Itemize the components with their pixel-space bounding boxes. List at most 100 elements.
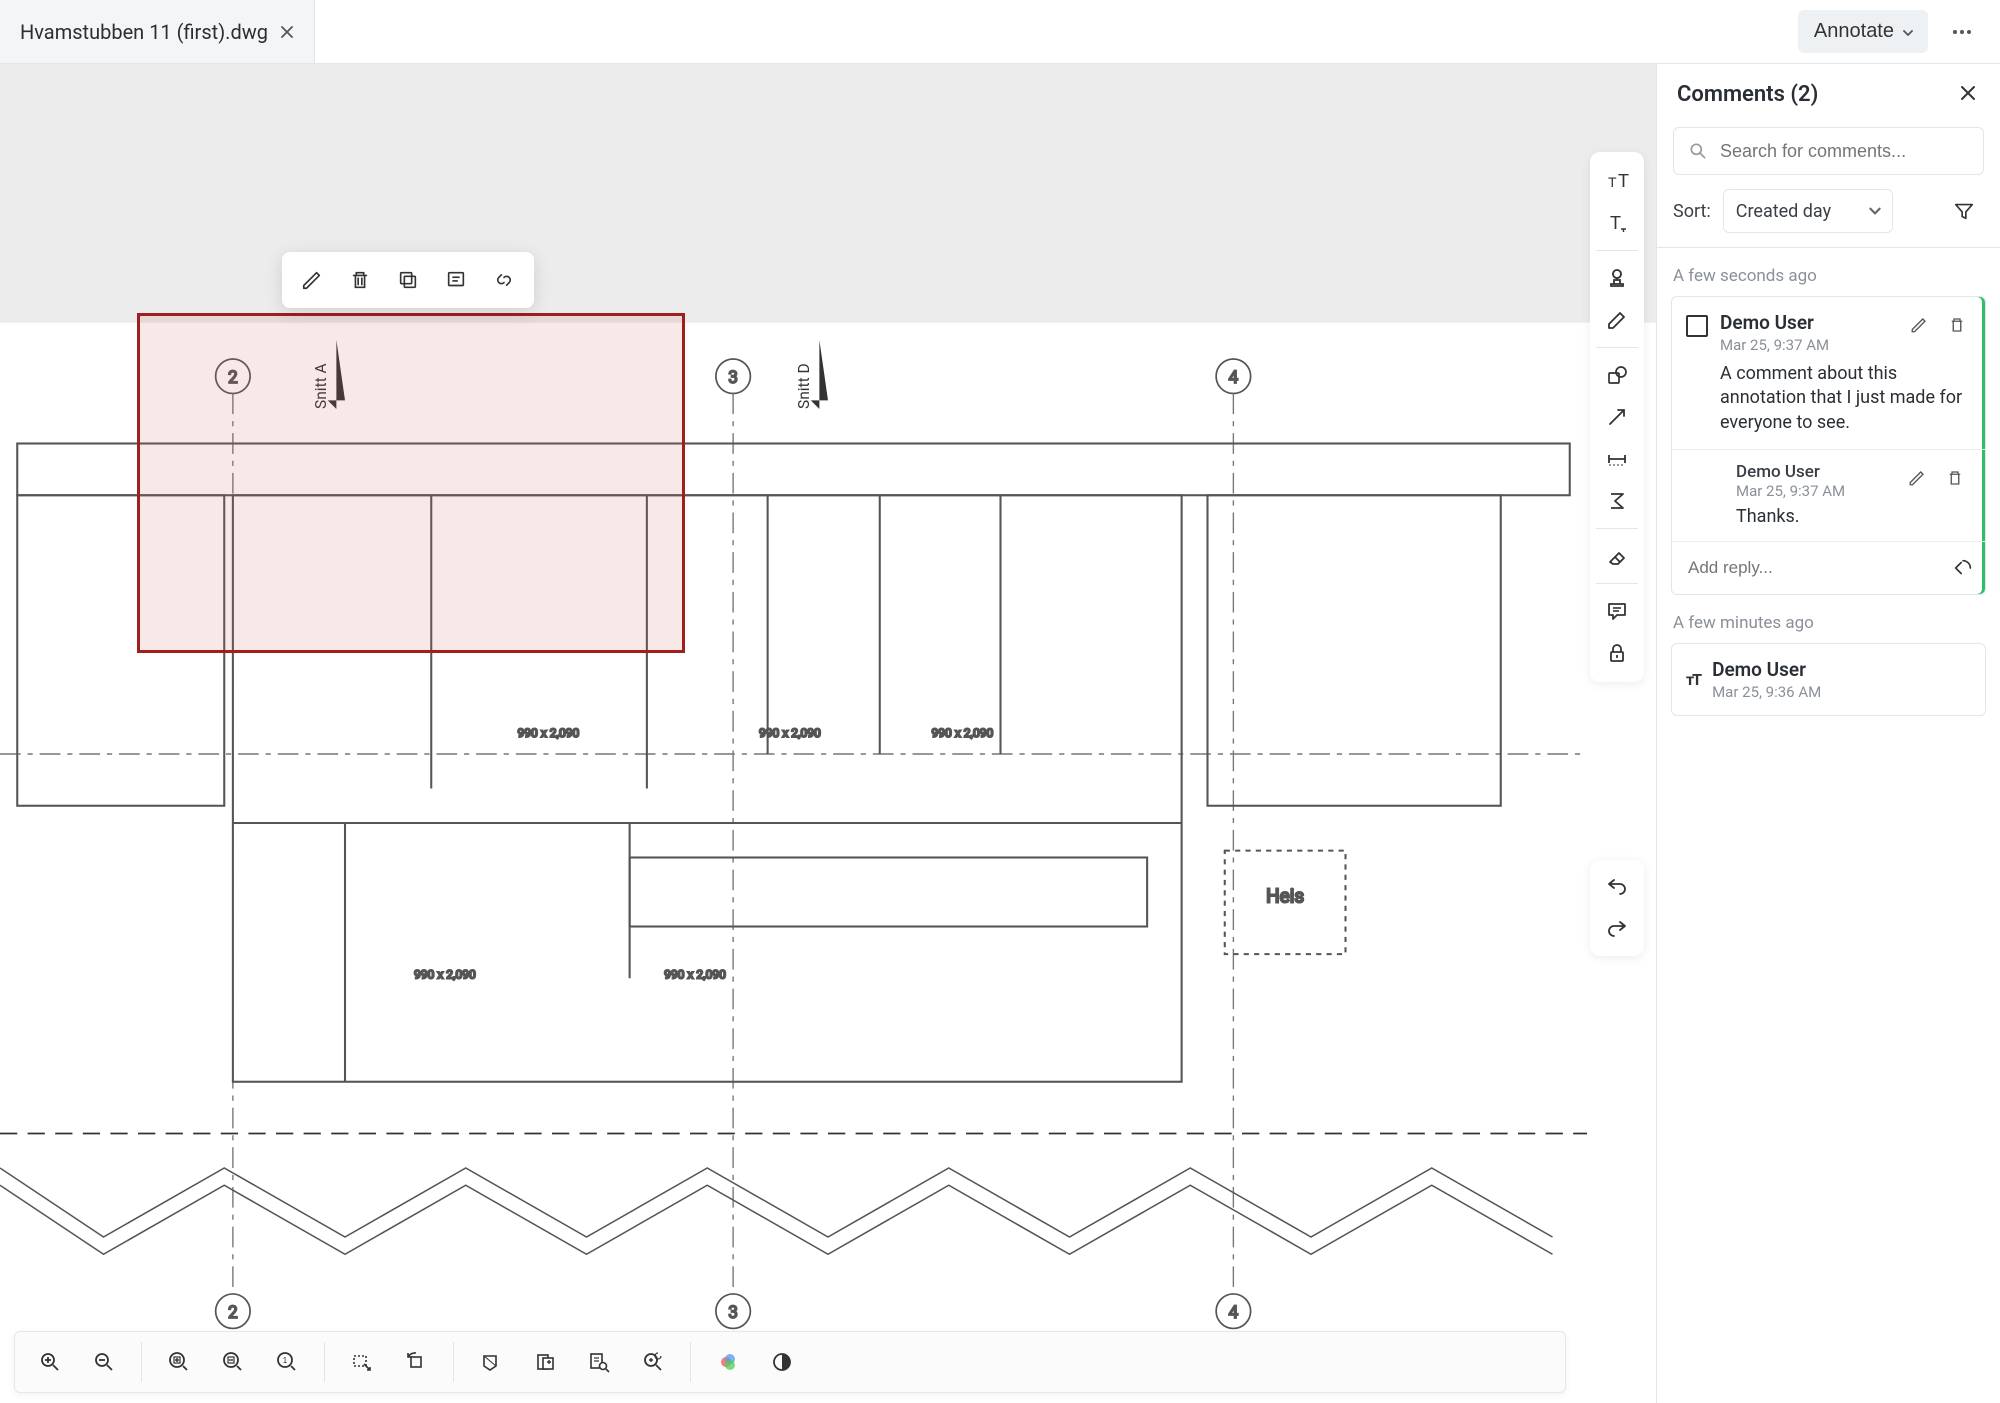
svg-text:1: 1	[283, 1356, 288, 1365]
comment-card[interactable]: тT Demo User Mar 25, 9:36 AM	[1671, 643, 1986, 716]
svg-text:Heis: Heis	[1266, 884, 1304, 907]
measure-button[interactable]	[1597, 438, 1637, 480]
note-icon	[445, 269, 467, 291]
contrast-button[interactable]	[757, 1339, 807, 1385]
filter-button[interactable]	[1944, 191, 1984, 231]
page-flip-icon	[533, 1350, 557, 1374]
comment-date: Mar 25, 9:37 AM	[1720, 336, 1893, 354]
pencil-icon	[1910, 316, 1928, 334]
sort-select[interactable]: Created day	[1723, 189, 1893, 233]
delete-comment-button[interactable]	[1943, 311, 1971, 339]
close-panel-button[interactable]	[1960, 85, 1980, 105]
trash-icon	[1946, 469, 1964, 487]
layers-button[interactable]	[703, 1339, 753, 1385]
zoom-marquee-out-button[interactable]	[208, 1339, 258, 1385]
annotate-label: Annotate	[1814, 20, 1894, 43]
time-group-label: A few seconds ago	[1673, 266, 1984, 286]
zoom-reset-icon: 1	[275, 1350, 299, 1374]
bottom-toolbar: 1	[14, 1331, 1566, 1393]
lock-icon	[1605, 641, 1629, 665]
formula-button[interactable]	[1597, 480, 1637, 522]
sort-selected-value: Created day	[1736, 201, 1831, 222]
annotation-kind-icon	[1686, 315, 1708, 337]
close-icon[interactable]	[280, 25, 294, 39]
comment-text: A comment about this annotation that I j…	[1720, 362, 1971, 435]
signature-icon	[1605, 308, 1629, 332]
arrow-icon	[1605, 405, 1629, 429]
note-button[interactable]	[436, 260, 476, 300]
undo-icon	[1605, 875, 1629, 899]
edit-comment-button[interactable]	[1905, 311, 1933, 339]
comment-user: Demo User	[1720, 311, 1893, 334]
zoom-marquee-in-button[interactable]	[154, 1339, 204, 1385]
svg-text:990 x 2,090: 990 x 2,090	[932, 726, 994, 740]
add-reply-input[interactable]	[1672, 542, 1941, 594]
comment-reply: Demo User Mar 25, 9:37 AM Thanks.	[1672, 449, 1985, 541]
shapes-icon	[1605, 363, 1629, 387]
annotate-button[interactable]: Annotate	[1798, 10, 1928, 53]
svg-text:3: 3	[728, 1303, 738, 1323]
add-reply-row	[1672, 541, 1985, 594]
text-size-icon: TT	[1605, 169, 1629, 193]
document-tab[interactable]: Hvamstubben 11 (first).dwg	[0, 0, 315, 63]
svg-text:3: 3	[728, 368, 738, 388]
text-annotation-icon: тT	[1686, 670, 1700, 689]
text-size-button[interactable]: TT	[1597, 160, 1637, 202]
signature-button[interactable]	[1597, 299, 1637, 341]
comments-panel: Comments (2) Sort: Created day A few sec…	[1656, 64, 2000, 1403]
shapes-button[interactable]	[1597, 354, 1637, 396]
right-toolbar: TT T	[1590, 152, 1644, 682]
page-search-icon	[587, 1350, 611, 1374]
select-rect-icon	[350, 1350, 374, 1374]
measure-icon	[1605, 447, 1629, 471]
svg-text:990 x 2,090: 990 x 2,090	[518, 726, 580, 740]
page-zoom-button[interactable]	[628, 1339, 678, 1385]
comment-card[interactable]: Demo User Mar 25, 9:37 AM A comment abou…	[1671, 296, 1986, 595]
redo-button[interactable]	[1597, 908, 1637, 950]
lock-button[interactable]	[1597, 632, 1637, 674]
eraser-button[interactable]	[1597, 535, 1637, 577]
zoom-reset-button[interactable]: 1	[262, 1339, 312, 1385]
zoom-out-button[interactable]	[79, 1339, 129, 1385]
mask-polygon-button[interactable]	[466, 1339, 516, 1385]
rotate-button[interactable]	[391, 1339, 441, 1385]
copy-button[interactable]	[388, 260, 428, 300]
page-search-button[interactable]	[574, 1339, 624, 1385]
contrast-icon	[770, 1350, 794, 1374]
zoom-marquee-out-icon	[221, 1350, 245, 1374]
redo-icon	[1605, 917, 1629, 941]
select-rect-button[interactable]	[337, 1339, 387, 1385]
edit-reply-button[interactable]	[1903, 464, 1931, 492]
send-reply-button[interactable]	[1941, 546, 1985, 590]
topbar: Hvamstubben 11 (first).dwg Annotate	[0, 0, 2000, 64]
comment-button[interactable]	[1597, 590, 1637, 632]
text-format-button[interactable]: T	[1597, 202, 1637, 244]
more-button[interactable]	[1942, 12, 1982, 52]
context-toolbar	[282, 252, 534, 308]
arrow-button[interactable]	[1597, 396, 1637, 438]
undo-button[interactable]	[1597, 866, 1637, 908]
delete-button[interactable]	[340, 260, 380, 300]
page-zoom-icon	[641, 1350, 665, 1374]
stamp-button[interactable]	[1597, 257, 1637, 299]
comment-bubble-icon	[1605, 599, 1629, 623]
link-button[interactable]	[484, 260, 524, 300]
zoom-in-button[interactable]	[25, 1339, 75, 1385]
chevron-down-icon	[1868, 204, 1882, 218]
page-flip-button[interactable]	[520, 1339, 570, 1385]
pencil-icon	[301, 269, 323, 291]
svg-text:Snitt D: Snitt D	[795, 363, 813, 409]
annotation-rectangle[interactable]	[137, 313, 685, 653]
sort-label: Sort:	[1673, 201, 1711, 222]
stamp-icon	[1605, 266, 1629, 290]
more-horizontal-icon	[1950, 20, 1974, 44]
comments-search-input[interactable]	[1720, 141, 1969, 162]
svg-text:990 x 2,090: 990 x 2,090	[414, 967, 476, 981]
filter-icon	[1953, 200, 1975, 222]
copy-icon	[397, 269, 419, 291]
comments-search[interactable]	[1673, 127, 1984, 175]
delete-reply-button[interactable]	[1941, 464, 1969, 492]
canvas[interactable]: 2 3 4 2 3 4 Snitt A Snitt D Snitt A	[0, 64, 1656, 1403]
edit-button[interactable]	[292, 260, 332, 300]
search-icon	[1688, 141, 1708, 161]
